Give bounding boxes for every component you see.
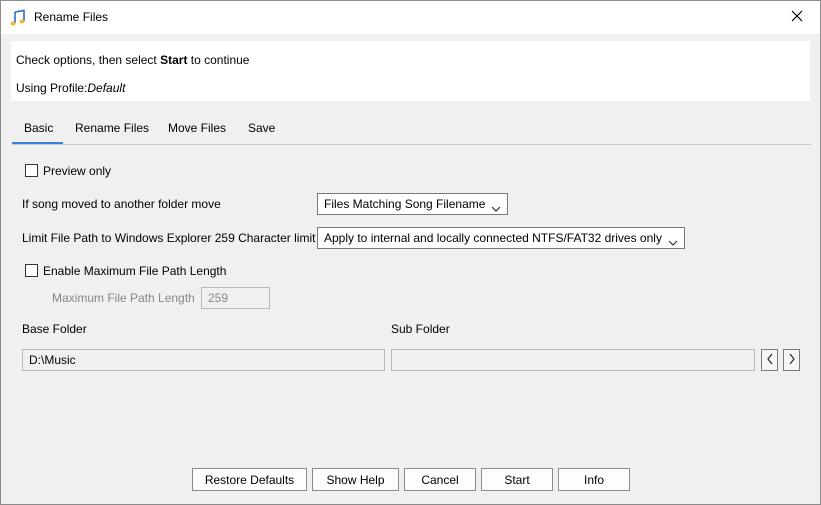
- close-button[interactable]: [774, 1, 820, 34]
- chevron-left-icon: [766, 353, 774, 368]
- rename-files-dialog: Rename Files Check options, then select …: [0, 0, 821, 505]
- instruction-start-word: Start: [160, 53, 188, 67]
- restore-defaults-button[interactable]: Restore Defaults: [192, 468, 307, 491]
- chevron-down-icon: [668, 233, 678, 253]
- tab-bar: Basic Rename Files Move Files Save: [12, 115, 811, 145]
- previous-button[interactable]: [761, 349, 778, 371]
- song-moved-label: If song moved to another folder move: [22, 197, 221, 211]
- enable-max-length-checkbox[interactable]: [25, 264, 38, 277]
- tab-save[interactable]: Save: [248, 121, 275, 135]
- instruction-prefix: Check options, then select: [16, 53, 161, 67]
- chevron-down-icon: [491, 199, 501, 219]
- title-bar: Rename Files: [1, 1, 820, 34]
- instruction-panel: Check options, then select Start to cont…: [11, 41, 810, 101]
- info-button[interactable]: Info: [558, 468, 630, 491]
- close-icon: [791, 10, 803, 25]
- max-length-input[interactable]: 259: [201, 287, 270, 309]
- show-help-button[interactable]: Show Help: [312, 468, 399, 491]
- chevron-right-icon: [788, 353, 796, 368]
- profile-text: Using Profile:Default: [16, 81, 125, 95]
- next-button[interactable]: [783, 349, 800, 371]
- song-moved-value: Files Matching Song Filename: [324, 197, 486, 211]
- start-button[interactable]: Start: [481, 468, 553, 491]
- sub-folder-input[interactable]: [391, 349, 755, 371]
- tab-rename-files[interactable]: Rename Files: [75, 121, 149, 135]
- profile-value: Default: [87, 81, 126, 95]
- tab-basic[interactable]: Basic: [12, 115, 63, 145]
- base-folder-input[interactable]: D:\Music: [22, 349, 385, 371]
- song-moved-select[interactable]: Files Matching Song Filename: [317, 193, 508, 215]
- window-title: Rename Files: [34, 10, 109, 24]
- tab-basic-label: Basic: [24, 121, 54, 135]
- base-folder-label: Base Folder: [22, 322, 87, 336]
- sub-folder-label: Sub Folder: [391, 322, 450, 336]
- tab-move-files[interactable]: Move Files: [168, 121, 226, 135]
- instruction-suffix: to continue: [187, 53, 250, 67]
- cancel-button[interactable]: Cancel: [404, 468, 476, 491]
- preview-only-checkbox[interactable]: [25, 164, 38, 177]
- max-length-label: Maximum File Path Length: [52, 291, 195, 305]
- enable-max-length-label: Enable Maximum File Path Length: [43, 264, 227, 278]
- preview-only-label: Preview only: [43, 164, 112, 178]
- instruction-text: Check options, then select Start to cont…: [16, 53, 249, 67]
- limit-path-select[interactable]: Apply to internal and locally connected …: [317, 227, 685, 249]
- tab-divider: [12, 144, 811, 145]
- profile-label: Using Profile:: [16, 81, 88, 95]
- limit-path-label: Limit File Path to Windows Explorer 259 …: [22, 231, 316, 245]
- music-note-icon: [9, 9, 27, 27]
- limit-path-value: Apply to internal and locally connected …: [324, 231, 662, 245]
